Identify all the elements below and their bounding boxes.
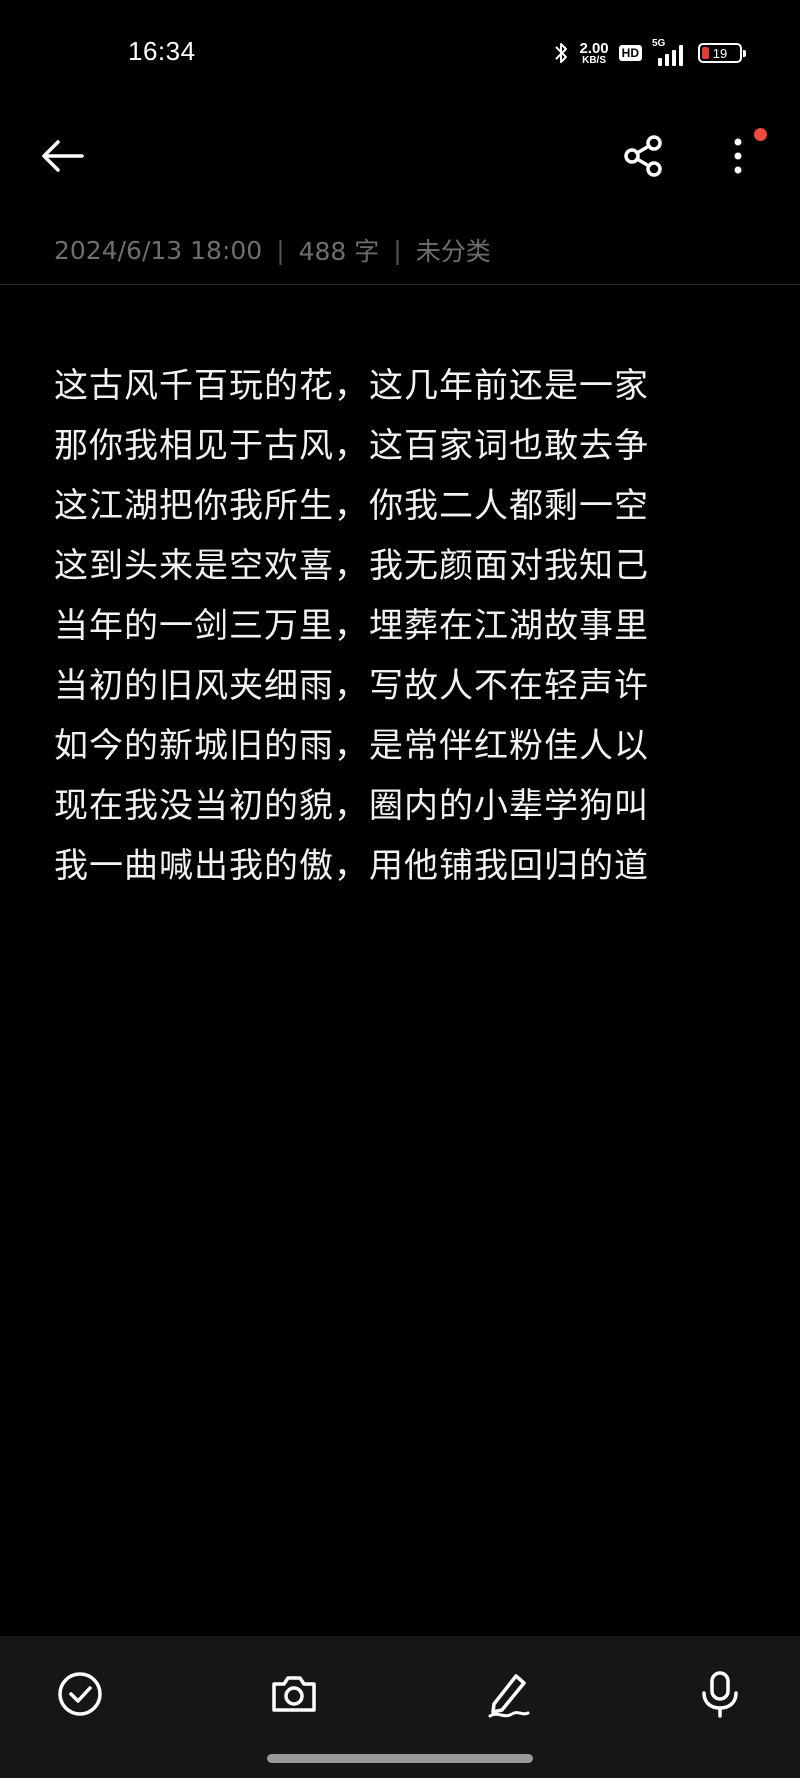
back-arrow-icon bbox=[42, 140, 84, 172]
camera-button[interactable] bbox=[266, 1666, 322, 1722]
bluetooth-icon bbox=[553, 40, 569, 66]
network-speed-value: 2.00 bbox=[579, 39, 609, 57]
back-button[interactable] bbox=[36, 132, 88, 180]
checklist-button[interactable] bbox=[52, 1666, 108, 1722]
battery-level: 19 bbox=[712, 45, 728, 61]
note-line: 这到头来是空欢喜，我无颜面对我知己 bbox=[54, 546, 649, 586]
note-line: 当年的一剑三万里，埋葬在江湖故事里 bbox=[54, 606, 649, 646]
notification-dot bbox=[754, 128, 767, 141]
network-speed: 2.00 KB/S bbox=[579, 41, 608, 66]
divider bbox=[0, 284, 800, 285]
hd-badge: HD bbox=[618, 45, 642, 61]
handwriting-icon bbox=[488, 1674, 530, 1718]
note-content[interactable]: 这古风千百玩的花，这几年前还是一家 那你我相见于古风，这百家词也敢去争 这江湖把… bbox=[54, 356, 754, 896]
meta-separator: | bbox=[276, 235, 285, 265]
voice-input-button[interactable] bbox=[692, 1666, 748, 1722]
note-line: 这江湖把你我所生，你我二人都剩一空 bbox=[54, 486, 649, 526]
signal-icon: 5G bbox=[652, 38, 688, 66]
signal-bars bbox=[658, 45, 683, 66]
note-line: 如今的新城旧的雨，是常伴红粉佳人以 bbox=[54, 726, 649, 766]
note-date: 2024/6/13 18:00 bbox=[54, 235, 263, 265]
more-options-button[interactable] bbox=[718, 132, 758, 180]
home-indicator[interactable] bbox=[267, 1754, 533, 1763]
camera-icon bbox=[272, 1676, 316, 1712]
note-category[interactable]: 未分类 bbox=[416, 232, 491, 268]
share-icon bbox=[624, 135, 662, 177]
microphone-icon bbox=[702, 1671, 738, 1718]
note-line: 这古风千百玩的花，这几年前还是一家 bbox=[54, 366, 649, 406]
status-bar: 16:34 2.00 KB/S HD 5G 19 bbox=[0, 0, 800, 100]
note-meta: 2024/6/13 18:00 | 488 字 | 未分类 bbox=[54, 232, 491, 268]
more-vertical-icon bbox=[734, 138, 742, 174]
note-line: 那你我相见于古风，这百家词也敢去争 bbox=[54, 426, 649, 466]
battery-icon: 19 bbox=[698, 43, 746, 63]
app-bar bbox=[0, 110, 800, 200]
note-word-count: 488 字 bbox=[298, 237, 380, 266]
status-icons: 2.00 KB/S HD 5G 19 bbox=[553, 38, 746, 68]
checklist-icon bbox=[58, 1672, 102, 1716]
note-line: 我一曲喊出我的傲，用他铺我回归的道 bbox=[54, 846, 649, 886]
note-line: 当初的旧风夹细雨，写故人不在轻声许 bbox=[54, 666, 649, 706]
handwriting-button[interactable] bbox=[480, 1666, 536, 1722]
share-button[interactable] bbox=[620, 132, 668, 180]
note-line: 现在我没当初的貌，圈内的小辈学狗叫 bbox=[54, 786, 649, 826]
bottom-toolbar bbox=[0, 1636, 800, 1778]
status-time: 16:34 bbox=[128, 36, 196, 66]
meta-separator: | bbox=[393, 235, 402, 265]
network-speed-unit: KB/S bbox=[582, 54, 606, 66]
